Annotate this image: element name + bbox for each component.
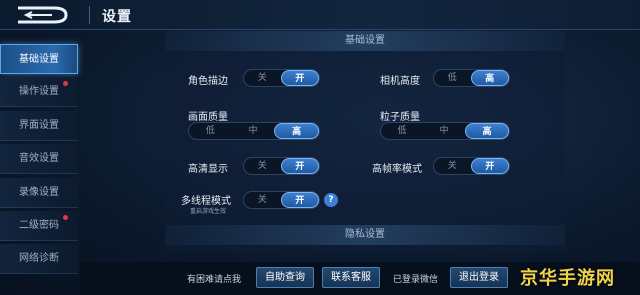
outline-toggle[interactable]: 关 开 xyxy=(243,69,320,87)
section-header-privacy: 隐私设置 xyxy=(165,225,565,245)
multithread-label: 多线程模式 xyxy=(181,196,231,207)
sidebar-item-label: 录像设置 xyxy=(19,187,59,198)
watermark: 京华手游网 xyxy=(520,268,615,289)
notification-dot xyxy=(63,81,68,86)
quality-toggle[interactable]: 低 中 高 xyxy=(188,122,320,140)
logout-button[interactable]: 退出登录 xyxy=(450,267,508,288)
help-text: 有困难请点我 xyxy=(187,275,242,285)
sidebar-item-label: 基础设置 xyxy=(19,54,59,65)
camera-height-toggle[interactable]: 低 高 xyxy=(433,69,510,87)
particle-mid-option[interactable]: 中 xyxy=(423,123,465,139)
sidebar-item-label: 操作设置 xyxy=(19,86,59,97)
sidebar-item-replay[interactable]: 录像设置 xyxy=(0,178,78,208)
sidebar-item-label: 网络诊断 xyxy=(19,253,59,264)
outline-label: 角色描边 xyxy=(188,76,228,87)
sidebar-item-label: 界面设置 xyxy=(19,120,59,131)
settings-panel xyxy=(165,30,565,252)
multithread-hint: 重启游戏生效 xyxy=(190,208,227,215)
quality-mid-option[interactable]: 中 xyxy=(232,123,275,139)
multithread-on-option[interactable]: 开 xyxy=(280,192,319,208)
sidebar-item-label: 二级密码 xyxy=(19,220,59,231)
particle-toggle[interactable]: 低 中 高 xyxy=(380,122,510,140)
outline-on-option[interactable]: 开 xyxy=(280,70,319,86)
help-icon[interactable]: ? xyxy=(324,193,338,207)
high-fps-toggle[interactable]: 关 开 xyxy=(433,157,510,175)
contact-support-button[interactable]: 联系客服 xyxy=(322,267,380,288)
title-divider xyxy=(89,6,90,24)
page-title: 设置 xyxy=(102,9,132,25)
particle-high-option[interactable]: 高 xyxy=(465,123,509,139)
hd-label: 高清显示 xyxy=(188,164,228,175)
notification-dot xyxy=(63,215,68,220)
particle-low-option[interactable]: 低 xyxy=(381,123,423,139)
camera-height-label: 相机高度 xyxy=(380,76,420,87)
hd-toggle[interactable]: 关 开 xyxy=(243,157,320,175)
sidebar-item-label: 音效设置 xyxy=(19,153,59,164)
sidebar-item-network[interactable]: 网络诊断 xyxy=(0,244,78,274)
sidebar-item-password[interactable]: 二级密码 xyxy=(0,211,78,241)
sidebar-item-basic[interactable]: 基础设置 xyxy=(0,44,78,74)
hd-off-option[interactable]: 关 xyxy=(244,158,281,174)
wechat-status: 已登录微信 xyxy=(393,275,439,285)
hd-on-option[interactable]: 开 xyxy=(280,158,319,174)
camera-low-option[interactable]: 低 xyxy=(434,70,471,86)
self-service-button[interactable]: 自助查询 xyxy=(256,267,314,288)
quality-label: 画面质量 xyxy=(188,112,228,123)
camera-high-option[interactable]: 高 xyxy=(470,70,509,86)
section-header-basic: 基础设置 xyxy=(165,31,565,51)
sidebar-item-interface[interactable]: 界面设置 xyxy=(0,111,78,141)
back-button[interactable] xyxy=(14,4,84,26)
sidebar-item-audio[interactable]: 音效设置 xyxy=(0,144,78,174)
high-fps-label: 高帧率模式 xyxy=(372,164,422,175)
sidebar-item-controls[interactable]: 操作设置 xyxy=(0,77,78,107)
top-bar: 设置 xyxy=(0,0,640,30)
particle-label: 粒子质量 xyxy=(380,112,420,123)
quality-low-option[interactable]: 低 xyxy=(189,123,232,139)
multithread-off-option[interactable]: 关 xyxy=(244,192,281,208)
outline-off-option[interactable]: 关 xyxy=(244,70,281,86)
high-fps-off-option[interactable]: 关 xyxy=(434,158,471,174)
back-arrow-icon xyxy=(18,6,68,24)
quality-high-option[interactable]: 高 xyxy=(274,123,320,139)
sidebar: 基础设置 操作设置 界面设置 音效设置 录像设置 二级密码 网络诊断 xyxy=(0,44,80,295)
multithread-toggle[interactable]: 关 开 xyxy=(243,191,320,209)
high-fps-on-option[interactable]: 开 xyxy=(470,158,509,174)
